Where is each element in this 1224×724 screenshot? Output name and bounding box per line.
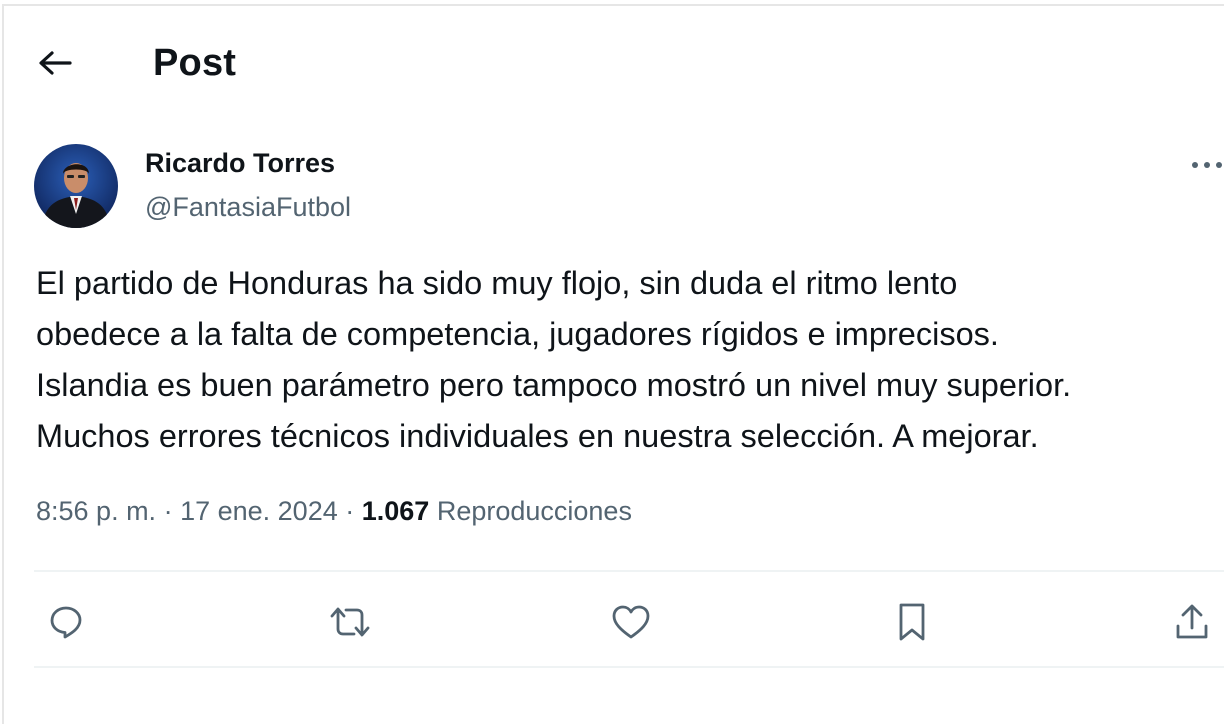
divider (34, 666, 1224, 668)
avatar[interactable] (34, 144, 118, 228)
post-meta: 8:56 p. m. · 17 ene. 2024 · 1.067 Reprod… (36, 496, 632, 527)
post-text-line: Islandia es buen parámetro pero tampoco … (36, 367, 1072, 403)
like-button[interactable] (605, 596, 657, 648)
page-header: Post (0, 30, 1224, 100)
author-handle[interactable]: @FantasiaFutbol (145, 192, 351, 223)
post-date[interactable]: 17 ene. 2024 (180, 496, 338, 526)
post-actions-bar (0, 596, 1224, 648)
divider (34, 570, 1224, 572)
heart-icon (611, 604, 651, 640)
meta-separator: · (337, 496, 362, 526)
meta-separator: · (156, 496, 181, 526)
arrow-left-icon (38, 50, 72, 80)
post-text-line: El partido de Honduras ha sido muy flojo… (36, 265, 958, 301)
views-count: 1.067 (361, 496, 430, 526)
share-button[interactable] (1166, 596, 1218, 648)
author-display-name[interactable]: Ricardo Torres (145, 148, 335, 179)
post-text-line: obedece a la falta de competencia, jugad… (36, 316, 999, 352)
post-author: Ricardo Torres @FantasiaFutbol (34, 144, 1224, 234)
bookmark-icon (897, 602, 927, 642)
reply-button[interactable] (40, 596, 92, 648)
more-horizontal-icon (1190, 156, 1224, 174)
back-button[interactable] (30, 40, 80, 90)
reply-bubble-icon (47, 603, 85, 641)
bookmark-button[interactable] (886, 596, 938, 648)
repost-icon (327, 603, 373, 641)
repost-button[interactable] (324, 596, 376, 648)
post-time[interactable]: 8:56 p. m. (36, 496, 156, 526)
post-text-line: Muchos errores técnicos individuales en … (36, 418, 1039, 454)
post-text: El partido de Honduras ha sido muy flojo… (36, 258, 1221, 462)
views-label: Reproducciones (436, 496, 632, 526)
page-title: Post (153, 42, 237, 84)
share-upload-icon (1173, 602, 1211, 642)
more-options-button[interactable] (1180, 150, 1224, 180)
